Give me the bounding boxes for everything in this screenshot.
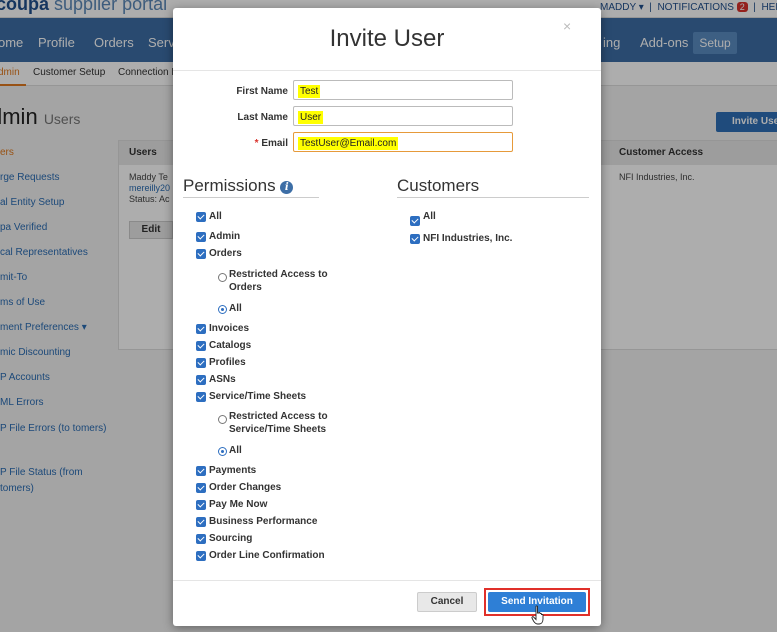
email-value: TestUser@Email.com [298,137,399,150]
perm-asns-checkbox[interactable] [196,375,206,385]
perm-profiles-label: Profiles [209,357,246,368]
perm-sourcing-checkbox[interactable] [196,534,206,544]
perm-invoices-checkbox[interactable] [196,324,206,334]
perm-order-changes-checkbox[interactable] [196,483,206,493]
sts-all-label: All [229,445,242,456]
last-name-field[interactable]: User [293,106,513,126]
perm-catalogs-checkbox[interactable] [196,341,206,351]
perm-order-line-confirmation-checkbox[interactable] [196,551,206,561]
customer-all-label: All [423,211,436,222]
orders-all-radio[interactable] [218,305,227,314]
perm-sourcing-label: Sourcing [209,533,253,544]
title-divider [173,70,601,71]
perm-orders-checkbox[interactable] [196,249,206,259]
orders-restricted-radio[interactable] [218,273,227,282]
perm-pay-me-now-checkbox[interactable] [196,500,206,510]
perm-admin-label: Admin [209,231,241,242]
perm-admin-checkbox[interactable] [196,232,206,242]
sts-restricted-label: Restricted Access to Service/Time Sheets [229,411,328,435]
first-name-label: First Name [236,86,288,97]
perm-asns-label: ASNs [209,374,236,385]
permissions-heading: Permissions i [183,176,294,196]
perm-all-label: All [209,211,222,222]
orders-all-label: All [229,303,242,314]
cancel-button[interactable]: Cancel [417,592,477,612]
sts-restricted-radio[interactable] [218,415,227,424]
perm-order-line-confirmation-label: Order Line Confirmation [209,550,325,561]
customers-heading: Customers [397,176,480,195]
customer-all-checkbox[interactable] [410,216,420,226]
perm-order-changes-label: Order Changes [209,482,282,493]
info-icon[interactable]: i [280,181,294,194]
perm-profiles-checkbox[interactable] [196,358,206,368]
perm-orders-label: Orders [209,248,242,259]
invite-user-modal: Invite User × First Name Test Last Name … [173,8,601,626]
perm-invoices-label: Invoices [209,323,250,334]
first-name-field[interactable]: Test [293,80,513,100]
perm-catalogs-label: Catalogs [209,340,252,351]
perm-service-time-sheets-checkbox[interactable] [196,392,206,402]
orders-restricted-label: Restricted Access to Orders [229,269,328,293]
perm-business-performance-label: Business Performance [209,516,318,527]
last-name-value: User [298,111,324,124]
modal-title: Invite User [329,25,445,52]
first-name-value: Test [298,85,321,98]
email-label: * Email [254,138,288,149]
perm-all-checkbox[interactable] [196,212,206,222]
perm-business-performance-checkbox[interactable] [196,517,206,527]
perm-service-time-sheets-label: Service/Time Sheets [209,391,307,402]
customer-nfi-checkbox[interactable] [410,234,420,244]
perm-payments-checkbox[interactable] [196,466,206,476]
email-field[interactable]: TestUser@Email.com [293,132,513,152]
customer-nfi-label: NFI Industries, Inc. [423,233,513,244]
footer-divider [173,580,601,581]
last-name-label: Last Name [237,112,288,123]
customers-divider [397,197,589,198]
hand-cursor-icon [531,605,544,625]
permissions-divider [183,197,319,198]
sts-all-radio[interactable] [218,447,227,456]
perm-payments-label: Payments [209,465,257,476]
close-icon[interactable]: × [563,18,571,34]
perm-pay-me-now-label: Pay Me Now [209,499,268,510]
